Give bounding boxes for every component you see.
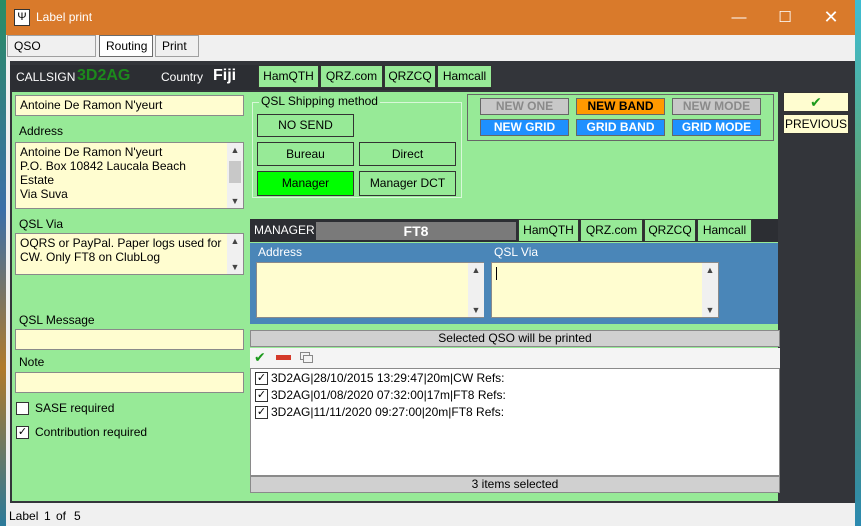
address-line: Antoine De Ramon N'yeurt [20,145,163,159]
address-memo[interactable]: Antoine De Ramon N'yeurt P.O. Box 10842 … [15,142,244,209]
qso-checkbox[interactable]: ✓ [255,389,268,402]
manager-hamqth-button[interactable]: HamQTH [518,219,579,242]
manager-qsl-via-scrollbar[interactable]: ▲ ▼ [702,263,718,317]
manager-callsign[interactable]: FT8 [316,222,516,240]
qso-list[interactable]: ✓ 3D2AG|28/10/2015 13:29:47|20m|CW Refs:… [250,368,780,476]
manager-button[interactable]: Manager [257,171,354,196]
copy-icon-back [303,355,313,363]
address-line: P.O. Box 10842 Laucala Beach [20,159,186,173]
qsl-via-label: QSL Via [19,217,64,231]
qsl-via-line: CW. Only FT8 on ClubLog [20,250,161,264]
qso-list-footer: 3 items selected [250,476,780,493]
new-mode-flag: NEW MODE [672,98,761,115]
country-value: Fiji [213,67,237,84]
qso-checkbox[interactable]: ✓ [255,406,268,419]
antenna-icon: Ψ [14,9,30,26]
new-grid-flag: NEW GRID [480,119,569,136]
grid-mode-flag: GRID MODE [672,119,761,136]
checkmark-icon[interactable]: ✔ [783,92,849,112]
qrzcq-button[interactable]: QRZCQ [384,65,436,88]
minimize-icon[interactable]: — [716,0,762,35]
shipping-method-title: QSL Shipping method [259,94,380,108]
qrzcom-button[interactable]: QRZ.com [320,65,383,88]
address-label: Address [19,124,64,138]
new-band-flag: NEW BAND [576,98,665,115]
address-line: Estate [20,173,55,187]
contribution-checkbox[interactable]: ✓ [16,426,29,439]
hamqth-button[interactable]: HamQTH [258,65,319,88]
status-bar: Label 1 of 5 [6,505,855,526]
manager-qsl-via-label: QSL Via [494,245,539,259]
scroll-down-icon[interactable]: ▼ [468,303,484,317]
sase-label: SASE required [35,401,115,415]
qso-list-header: Selected QSO will be printed [250,330,780,347]
address-scrollbar[interactable]: ▲ ▼ [227,143,243,208]
check-all-icon[interactable]: ✔ [254,349,266,366]
window-body: QSO selection Routing Print CALLSIGN 3D2… [6,35,855,526]
manager-dct-button[interactable]: Manager DCT [359,171,456,196]
qsl-message-field[interactable] [15,329,244,350]
label-word: Label [9,509,39,523]
scroll-up-icon[interactable]: ▲ [702,263,718,277]
sase-checkbox[interactable] [16,402,29,415]
scroll-up-icon[interactable]: ▲ [227,143,243,157]
previous-button[interactable]: PREVIOUS [783,114,849,134]
country-label: Country [161,70,204,84]
manager-qsl-via-memo[interactable] [491,262,719,318]
manager-qrzcq-button[interactable]: QRZCQ [644,219,696,242]
callsign-value: 3D2AG [77,67,131,84]
name-field[interactable]: Antoine De Ramon N'yeurt [15,95,244,116]
manager-address-memo[interactable] [256,262,484,318]
scroll-up-icon[interactable]: ▲ [227,234,243,248]
note-field[interactable] [15,372,244,393]
address-line: Via Suva [20,187,68,201]
note-label: Note [19,355,45,369]
uncheck-all-icon[interactable] [276,355,291,360]
desktop-background-right [855,0,861,526]
manager-label: MANAGER [254,223,315,237]
scroll-up-icon[interactable]: ▲ [468,263,484,277]
qso-text: 3D2AG|11/11/2020 09:27:00|20m|FT8 Refs: [271,405,505,419]
qsl-via-memo[interactable]: OQRS or PayPal. Paper logs used for CW. … [15,233,244,275]
qsl-via-scrollbar[interactable]: ▲ ▼ [227,234,243,274]
scroll-down-icon[interactable]: ▼ [227,194,243,208]
scroll-down-icon[interactable]: ▼ [702,303,718,317]
tab-print[interactable]: Print [155,35,199,57]
scroll-thumb[interactable] [229,161,241,183]
scroll-down-icon[interactable]: ▼ [227,260,243,274]
callsign-label: CALLSIGN [16,70,76,84]
title-bar[interactable]: Ψ Label print — ☐ ✕ [6,0,855,35]
qsl-message-label: QSL Message [19,313,95,327]
manager-address-scrollbar[interactable]: ▲ ▼ [468,263,484,317]
qsl-via-line: OQRS or PayPal. Paper logs used for [20,236,222,250]
label-total: 5 [74,509,81,523]
new-one-flag: NEW ONE [480,98,569,115]
maximize-icon[interactable]: ☐ [762,0,808,35]
manager-hamcall-button[interactable]: Hamcall [697,219,752,242]
qso-text: 3D2AG|01/08/2020 07:32:00|17m|FT8 Refs: [271,388,506,402]
contribution-label: Contribution required [35,425,148,439]
manager-details-panel: Address ▲ ▼ QSL Via ▲ ▼ [250,243,778,324]
label-current: 1 [44,509,51,523]
text-cursor [496,267,497,280]
contact-details-panel: Antoine De Ramon N'yeurt Address Antoine… [12,92,780,501]
bureau-button[interactable]: Bureau [257,142,354,166]
qso-checkbox[interactable]: ✓ [255,372,268,385]
grid-band-flag: GRID BAND [576,119,665,136]
of-word: of [56,509,67,523]
tab-qso-selection[interactable]: QSO selection [7,35,96,73]
manager-qrzcom-button[interactable]: QRZ.com [580,219,643,242]
qso-list-toolbar: ✔ [250,348,780,368]
close-icon[interactable]: ✕ [808,0,854,35]
direct-button[interactable]: Direct [359,142,456,166]
qso-text: 3D2AG|28/10/2015 13:29:47|20m|CW Refs: [271,371,505,385]
no-send-button[interactable]: NO SEND [257,114,354,137]
manager-address-label: Address [258,245,303,259]
routing-panel: CALLSIGN 3D2AG Country Fiji HamQTH QRZ.c… [10,61,855,503]
hamcall-button[interactable]: Hamcall [437,65,492,88]
window-title: Label print [36,10,93,24]
tab-routing[interactable]: Routing [99,35,153,57]
